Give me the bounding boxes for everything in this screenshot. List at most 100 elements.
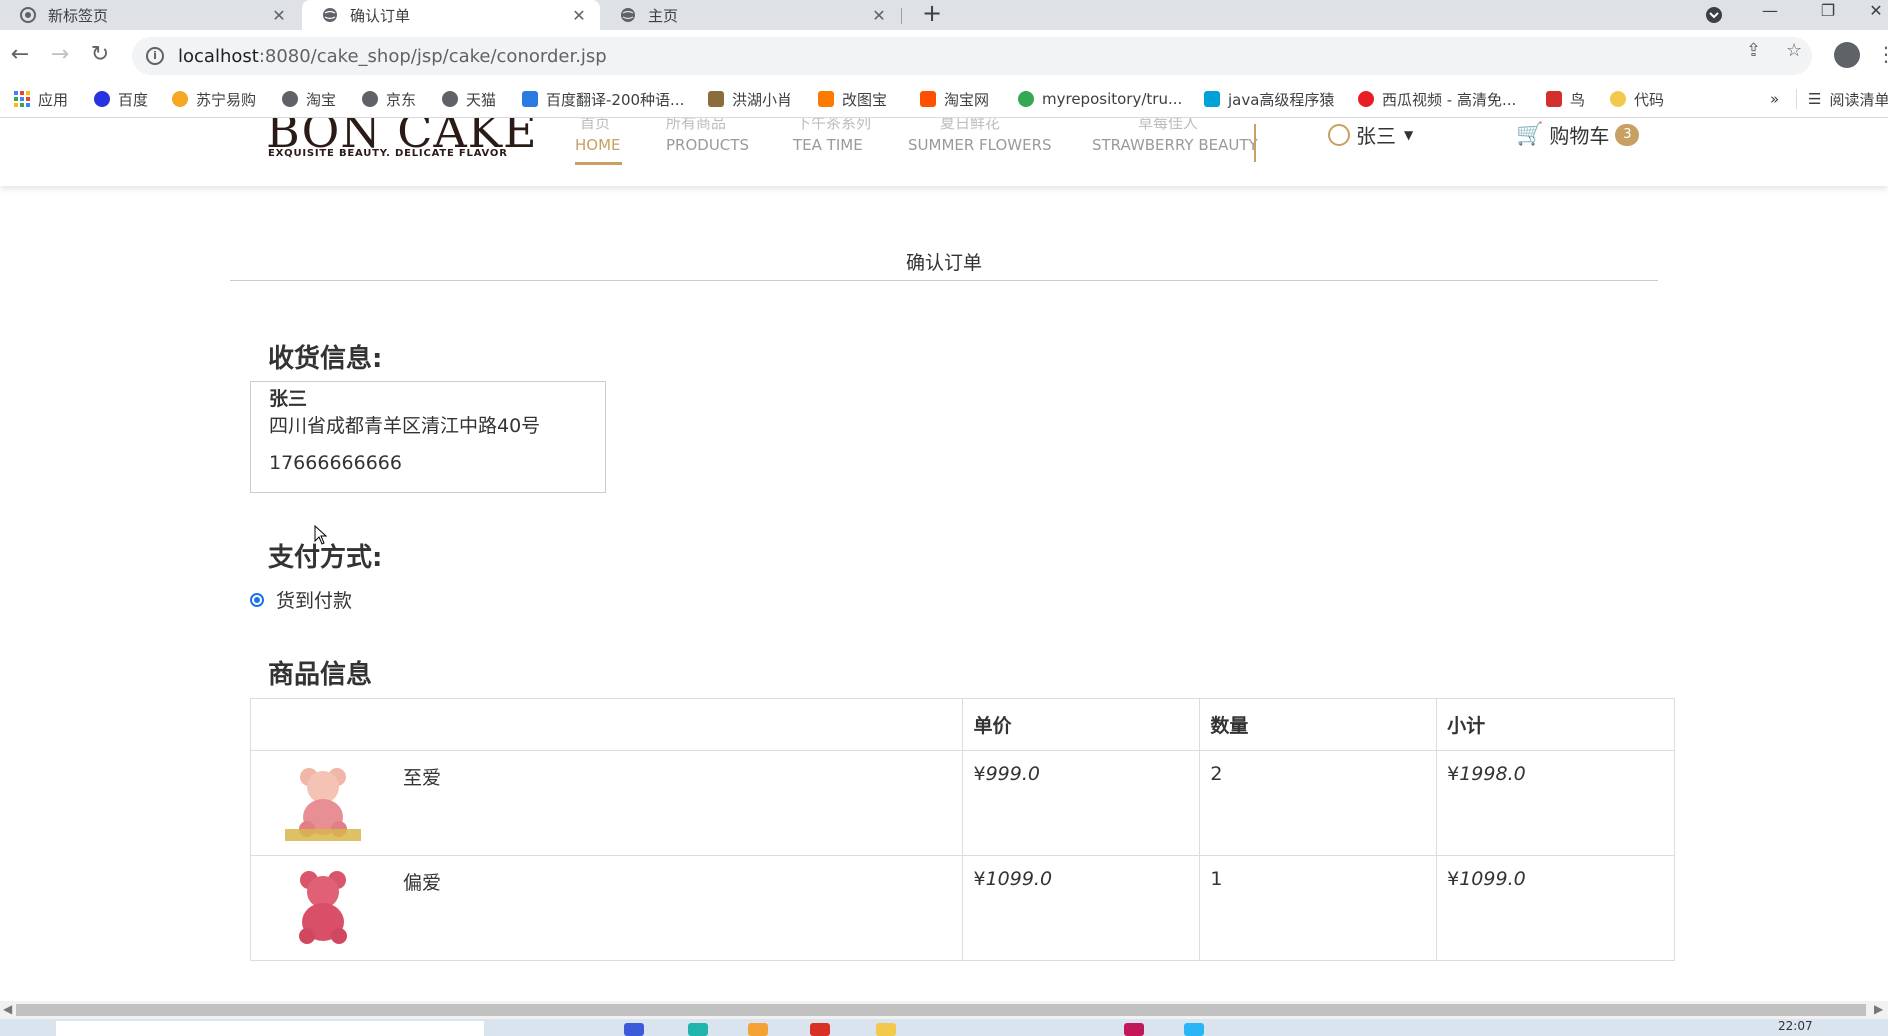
tab-new-tab[interactable]: 新标签页 ✕ bbox=[0, 0, 300, 30]
suning-icon bbox=[172, 91, 188, 107]
bookmark-gaitubao[interactable]: 改图宝 bbox=[818, 82, 887, 116]
bookmark-apps[interactable]: 应用 bbox=[14, 82, 68, 116]
logo-tagline: EXQUISITE BEAUTY. DELICATE FLAVOR bbox=[268, 148, 508, 159]
globe-icon bbox=[362, 91, 378, 107]
reading-list-button[interactable]: ☰ 阅读清单 bbox=[1808, 82, 1888, 116]
bookmark-tmall[interactable]: 天猫 bbox=[442, 82, 496, 116]
back-button[interactable]: ← bbox=[6, 42, 34, 70]
taskbar-app-icon[interactable] bbox=[876, 1023, 896, 1036]
forward-button[interactable]: → bbox=[46, 42, 74, 70]
product-image-bear-red[interactable] bbox=[281, 868, 365, 948]
close-tab-icon[interactable]: ✕ bbox=[570, 6, 588, 25]
bookmark-honghu[interactable]: 洪湖小肖 bbox=[708, 82, 792, 116]
product-name[interactable]: 偏爱 bbox=[403, 868, 441, 948]
new-tab-button[interactable]: + bbox=[918, 0, 946, 30]
globe-icon bbox=[282, 91, 298, 107]
taskbar-clock[interactable]: 22:07 bbox=[1778, 1019, 1813, 1033]
scroll-right-arrow-icon[interactable]: ▶ bbox=[1874, 1002, 1883, 1016]
translate-icon bbox=[522, 91, 538, 107]
bookmark-taobao[interactable]: 淘宝 bbox=[282, 82, 336, 116]
bookmark-star-icon[interactable]: ☆ bbox=[1786, 40, 1802, 61]
bookmark-code[interactable]: 代码 bbox=[1610, 82, 1664, 116]
bookmarks-overflow-button[interactable]: » bbox=[1770, 82, 1779, 116]
nav-summer-flowers[interactable]: SUMMER FLOWERS bbox=[908, 136, 1052, 154]
subtotal-cell: ¥1099.0 bbox=[1436, 855, 1675, 961]
tab-separator bbox=[901, 8, 902, 24]
tab-search-icon[interactable] bbox=[1694, 0, 1734, 30]
horizontal-scrollbar[interactable]: ◀ ▶ bbox=[0, 1001, 1888, 1019]
user-name: 张三 bbox=[1356, 124, 1396, 148]
bookmark-xigua[interactable]: 西瓜视频 - 高清免... bbox=[1358, 82, 1516, 116]
reload-button[interactable]: ↻ bbox=[86, 42, 114, 70]
close-window-button[interactable]: ✕ bbox=[1856, 0, 1888, 30]
taskbar-app-icon[interactable] bbox=[1184, 1023, 1204, 1036]
quantity-cell: 2 bbox=[1199, 750, 1438, 856]
chrome-icon bbox=[20, 7, 36, 23]
bookmark-label: 改图宝 bbox=[842, 90, 888, 109]
payment-option-cod[interactable]: 货到付款 bbox=[250, 586, 352, 613]
product-name[interactable]: 至爱 bbox=[403, 763, 441, 843]
bookmark-label: 西瓜视频 - 高清免... bbox=[1382, 90, 1517, 109]
payment-radio[interactable] bbox=[250, 592, 264, 607]
cart-icon: 🛒 bbox=[1516, 122, 1544, 147]
taskbar-app-icon[interactable] bbox=[810, 1023, 830, 1036]
restore-button[interactable]: ❐ bbox=[1808, 0, 1848, 30]
profile-avatar[interactable] bbox=[1834, 42, 1860, 68]
receiver-phone: 17666666666 bbox=[269, 452, 402, 474]
unit-price: 999.0 bbox=[985, 763, 1040, 785]
share-icon[interactable]: ⇪ bbox=[1746, 40, 1761, 61]
nav-products[interactable]: PRODUCTS bbox=[666, 136, 749, 154]
user-icon bbox=[1328, 123, 1350, 146]
product-image-bear-pink[interactable] bbox=[281, 763, 365, 843]
taskbar-app-icon[interactable] bbox=[1124, 1023, 1144, 1036]
subtotal-cell: ¥1998.0 bbox=[1436, 750, 1675, 856]
address-card[interactable]: 张三 四川省成都青羊区清江中路40号 17666666666 bbox=[250, 381, 606, 493]
nav-tea-time[interactable]: TEA TIME bbox=[793, 136, 863, 154]
nav-divider bbox=[1254, 124, 1256, 162]
subtotal-value: 1998.0 bbox=[1459, 763, 1526, 785]
subtotal-value: 1099.0 bbox=[1459, 868, 1526, 890]
reading-list-icon: ☰ bbox=[1808, 90, 1822, 108]
header-subtotal: 小计 bbox=[1436, 698, 1675, 751]
bookmark-baidu[interactable]: 百度 bbox=[94, 82, 148, 116]
bookmark-label: 淘宝网 bbox=[944, 90, 990, 109]
taskbar-app-icon[interactable] bbox=[688, 1023, 708, 1036]
bookmark-suning[interactable]: 苏宁易购 bbox=[172, 82, 256, 116]
receiver-name: 张三 bbox=[269, 388, 308, 410]
nav-ghost-text: 所有商品 bbox=[666, 118, 727, 132]
site-info-icon[interactable]: i bbox=[146, 47, 164, 65]
close-tab-icon[interactable]: ✕ bbox=[870, 6, 888, 25]
table-row: 偏爱 ¥1099.0 1 ¥1099.0 bbox=[249, 855, 1675, 961]
scrollbar-thumb[interactable] bbox=[16, 1004, 1866, 1016]
tab-home[interactable]: 主页 ✕ bbox=[600, 0, 900, 30]
taskbar-app-icon[interactable] bbox=[624, 1023, 644, 1036]
bookmark-java[interactable]: java高级程序猿 bbox=[1204, 82, 1334, 116]
tab-title: 新标签页 bbox=[48, 6, 109, 25]
unit-price-cell: ¥999.0 bbox=[962, 750, 1201, 856]
bookmark-bird[interactable]: 鸟 bbox=[1546, 82, 1585, 116]
bookmark-jd[interactable]: 京东 bbox=[362, 82, 416, 116]
taskbar-search-box[interactable] bbox=[56, 1021, 484, 1036]
os-taskbar: 22:07 bbox=[0, 1019, 1888, 1036]
bookmark-taobao-net[interactable]: 淘宝网 bbox=[920, 82, 989, 116]
cart-button[interactable]: 🛒 购物车 3 bbox=[1516, 120, 1640, 149]
bookmark-myrepository[interactable]: myrepository/tru... bbox=[1018, 82, 1182, 116]
receiver-address: 四川省成都青羊区清江中路40号 bbox=[269, 415, 541, 437]
user-menu[interactable]: 张三 ▼ bbox=[1328, 120, 1413, 149]
bookmark-label: 百度 bbox=[118, 90, 149, 109]
close-tab-icon[interactable]: ✕ bbox=[270, 6, 288, 25]
taskbar-app-icon[interactable] bbox=[748, 1023, 768, 1036]
tab-confirm-order[interactable]: 确认订单 ✕ bbox=[302, 0, 600, 30]
menu-dots-icon[interactable]: ⋮ bbox=[1876, 42, 1888, 66]
page-title: 确认订单 bbox=[905, 252, 982, 274]
bookmarks-bar: 应用 百度 苏宁易购 淘宝 京东 天猫 百度翻译-200种语... 洪湖小肖 改… bbox=[0, 82, 1888, 118]
nav-home[interactable]: HOME bbox=[575, 136, 621, 154]
address-bar[interactable]: i localhost:8080/cake_shop/jsp/cake/cono… bbox=[132, 37, 1812, 75]
bookmark-baidu-translate[interactable]: 百度翻译-200种语... bbox=[522, 82, 684, 116]
minimize-button[interactable]: — bbox=[1750, 0, 1790, 30]
nav-strawberry-beauty[interactable]: STRAWBERRY BEAUTY bbox=[1092, 136, 1258, 154]
unit-price: 1099.0 bbox=[985, 868, 1053, 890]
bookmark-label: 京东 bbox=[386, 90, 417, 109]
mouse-cursor-icon bbox=[314, 525, 328, 545]
scroll-left-arrow-icon[interactable]: ◀ bbox=[3, 1002, 12, 1016]
